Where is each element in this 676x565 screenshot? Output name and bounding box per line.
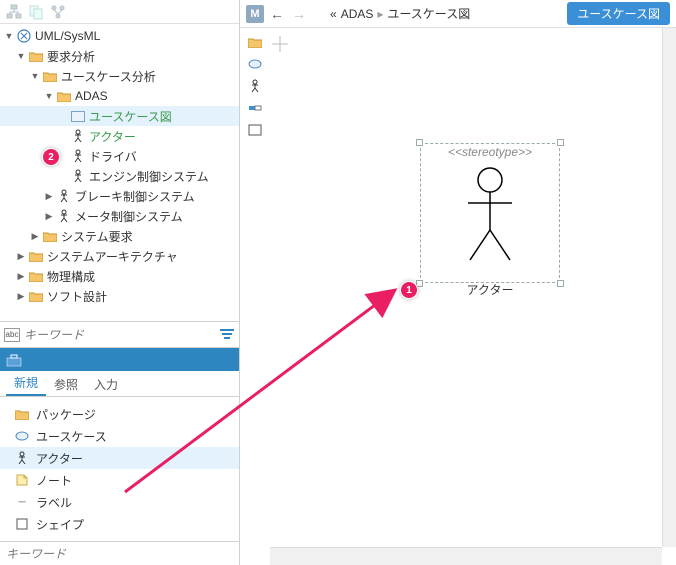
cursor-crosshair-icon — [270, 34, 290, 54]
shape-icon — [16, 518, 28, 530]
create-item-actor[interactable]: アクター — [0, 447, 239, 469]
create-panel-tabs: 新規 参照 入力 — [0, 371, 239, 397]
actor-icon — [70, 149, 86, 163]
tree-item-system-arch[interactable]: ▶ システムアーキテクチャ — [0, 246, 239, 266]
annotation-badge-2: 2 — [42, 148, 60, 166]
diagram-type-tag[interactable]: ユースケース図 — [567, 2, 670, 25]
folder-icon — [15, 409, 29, 420]
tree-item-req-analysis[interactable]: ▼ 要求分析 — [0, 46, 239, 66]
create-item-note[interactable]: ノート — [0, 469, 239, 491]
folder-icon — [29, 271, 43, 282]
pal-folder[interactable] — [246, 34, 264, 50]
nav-back-button[interactable]: ← — [268, 6, 286, 22]
nav-forward-button[interactable]: → — [290, 6, 308, 22]
annotation-badge-1: 1 — [400, 281, 418, 299]
actor-icon — [56, 209, 72, 223]
pal-actor[interactable] — [246, 78, 264, 94]
note-icon — [16, 474, 28, 486]
toolbox-icon — [6, 353, 22, 367]
canvas-actor-label[interactable]: アクター — [420, 281, 560, 298]
label-icon: ─ — [18, 497, 25, 508]
folder-icon — [57, 91, 71, 102]
tree-item-driver[interactable]: ドライバ — [0, 146, 239, 166]
breadcrumb: « ADAS ▸ ユースケース図 — [330, 5, 563, 22]
tree-root[interactable]: ▼ UML/SysML — [0, 26, 239, 46]
actor-icon — [70, 169, 86, 183]
folder-icon — [43, 231, 57, 242]
tab-ref[interactable]: 参照 — [46, 372, 86, 396]
text-mode-icon[interactable]: abc — [4, 328, 20, 342]
create-item-shape[interactable]: シェイプ — [0, 513, 239, 535]
tab-input[interactable]: 入力 — [86, 372, 126, 396]
create-panel-header — [0, 347, 239, 371]
crumb-prefix: « — [330, 7, 337, 21]
tree-item-actor[interactable]: アクター — [0, 126, 239, 146]
tab-new[interactable]: 新規 — [6, 370, 46, 396]
create-item-usecase[interactable]: ユースケース — [0, 425, 239, 447]
folder-icon — [43, 71, 57, 82]
diagram-palette — [240, 28, 270, 565]
canvas-actor-element[interactable]: <<stereotype>> アクター — [420, 143, 560, 283]
left-toolbar — [0, 0, 239, 24]
tree-root-label: UML/SysML — [35, 29, 100, 43]
pal-usecase[interactable] — [246, 56, 264, 72]
model-tree[interactable]: ▼ UML/SysML ▼ 要求分析 ▼ ユースケース分析 ▼ ADAS — [0, 24, 239, 321]
stereotype-label: <<stereotype>> — [420, 145, 560, 159]
tree-search-input[interactable] — [24, 328, 215, 342]
create-list: パッケージ ユースケース アクター ノート ─ ラベル シェイプ — [0, 397, 239, 541]
scroll-horizontal[interactable] — [270, 547, 662, 565]
actor-icon — [56, 189, 72, 203]
tree-item-phys-struct[interactable]: ▶ 物理構成 — [0, 266, 239, 286]
crumb-adas[interactable]: ADAS — [341, 7, 374, 21]
crumb-usecase-diagram[interactable]: ユースケース図 — [387, 5, 470, 22]
diagram-icon — [71, 111, 85, 122]
copy-icon[interactable] — [28, 4, 44, 20]
diagram-canvas[interactable]: <<stereotype>> アクター 1 — [270, 28, 676, 565]
pal-unknown1[interactable] — [246, 100, 264, 116]
folder-icon — [29, 251, 43, 262]
tree-item-soft-design[interactable]: ▶ ソフト設計 — [0, 286, 239, 306]
hierarchy-icon[interactable] — [6, 4, 22, 20]
filter-icon[interactable] — [219, 327, 235, 343]
tree-item-adas[interactable]: ▼ ADAS — [0, 86, 239, 106]
actor-icon — [70, 129, 86, 143]
crumb-sep: ▸ — [377, 7, 383, 21]
tree-item-system-req[interactable]: ▶ システム要求 — [0, 226, 239, 246]
uml-root-icon — [17, 29, 31, 43]
actor-figure — [460, 165, 520, 265]
tree-item-engine[interactable]: エンジン制御システム — [0, 166, 239, 186]
tree-item-usecase-analysis[interactable]: ▼ ユースケース分析 — [0, 66, 239, 86]
tree-item-meter[interactable]: ▶ メータ制御システム — [0, 206, 239, 226]
create-search-bar — [0, 541, 239, 565]
create-search-input[interactable] — [6, 547, 233, 561]
folder-icon — [29, 51, 43, 62]
actor-icon — [16, 451, 28, 465]
create-item-label[interactable]: ─ ラベル — [0, 491, 239, 513]
pal-rect[interactable] — [246, 122, 264, 138]
tree-item-brake[interactable]: ▶ ブレーキ制御システム — [0, 186, 239, 206]
tree-search-bar: abc — [0, 321, 239, 347]
scroll-vertical[interactable] — [662, 28, 676, 547]
model-badge[interactable]: M — [246, 5, 264, 23]
editor-topbar: M ← → « ADAS ▸ ユースケース図 ユースケース図 — [240, 0, 676, 28]
tree-item-usecase-diagram[interactable]: ユースケース図 — [0, 106, 239, 126]
folder-icon — [29, 291, 43, 302]
usecase-icon — [15, 431, 29, 441]
tree-icon[interactable] — [50, 4, 66, 20]
create-item-package[interactable]: パッケージ — [0, 403, 239, 425]
